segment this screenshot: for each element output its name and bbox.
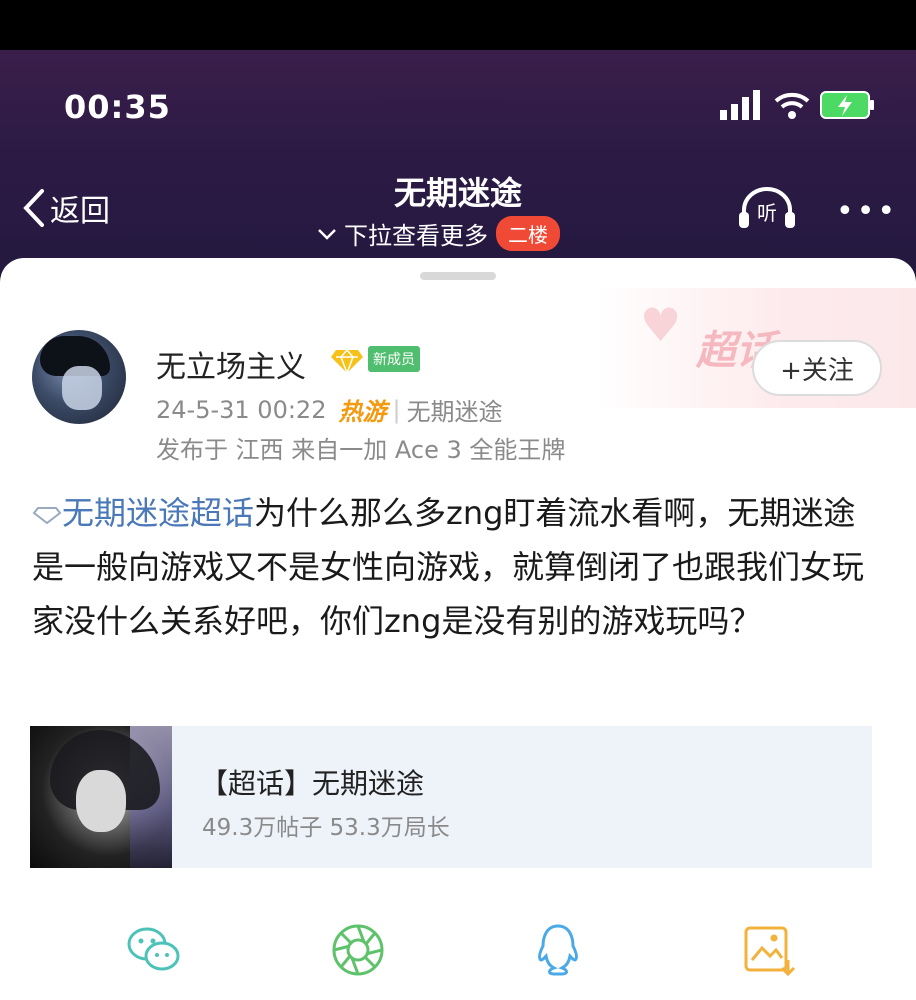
author-avatar[interactable] <box>32 330 126 424</box>
post-body: 无期迷途超话为什么那么多zng盯着流水看啊，无期迷途是一般向游戏又不是女性向游戏… <box>32 486 882 648</box>
supertopic-name: 无期迷途超话 <box>62 494 255 532</box>
post-date: 24-5-31 00:22 <box>156 395 327 424</box>
wechat-icon[interactable] <box>124 920 184 980</box>
save-image-icon[interactable] <box>738 920 798 980</box>
avatar-face <box>62 366 102 410</box>
wifi-icon <box>774 92 810 119</box>
second-floor-badge: 二楼 <box>496 216 560 251</box>
listen-button[interactable]: 听 <box>736 186 798 234</box>
supertopic-link[interactable]: 无期迷途超话 <box>32 494 254 532</box>
thumb-face <box>76 770 126 832</box>
post-meta: 24-5-31 00:22 热游 | 无期迷途 <box>156 392 503 427</box>
top-black-bar <box>0 0 916 50</box>
more-button[interactable]: ••• <box>836 194 898 229</box>
meta-divider: | <box>392 395 401 424</box>
author-name[interactable]: 无立场主义 <box>156 342 306 386</box>
new-member-badge: 新成员 <box>368 346 420 372</box>
post-card: ♥ 超话 无立场主义 新成员 +关注 24-5-31 00:22 热游 | 无期… <box>0 258 916 1000</box>
pull-down-label: 下拉查看更多 <box>344 222 488 250</box>
moments-icon[interactable] <box>328 920 388 980</box>
status-time: 00:35 <box>64 88 171 126</box>
supertopic-card[interactable]: 【超话】无期迷途 49.3万帖子 53.3万局长 <box>30 726 872 868</box>
game-name-link[interactable]: 无期迷途 <box>407 392 503 427</box>
hot-game-badge: 热游 <box>338 398 387 426</box>
share-bar <box>0 920 916 990</box>
qq-icon[interactable] <box>528 920 588 980</box>
supertopic-thumbnail <box>30 726 172 868</box>
follow-button[interactable]: +关注 <box>752 340 882 396</box>
supertopic-card-stats: 49.3万帖子 53.3万局长 <box>202 815 450 841</box>
signal-icon <box>720 90 760 120</box>
diamond-badge-icon <box>331 348 363 374</box>
headphones-icon: 听 <box>739 187 795 228</box>
listen-label: 听 <box>757 201 777 225</box>
battery-charging-icon <box>820 91 874 119</box>
chevron-down-icon <box>318 228 336 240</box>
status-icons <box>720 90 876 120</box>
heart-decoration-icon: ♥ <box>640 298 682 352</box>
supertopic-card-title: 【超话】无期迷途 <box>200 767 425 800</box>
post-location: 发布于 江西 来自一加 Ace 3 全能王牌 <box>156 436 566 464</box>
diamond-link-icon <box>32 507 62 525</box>
drag-handle[interactable] <box>420 272 496 280</box>
pull-down-more[interactable]: 下拉查看更多 二楼 <box>316 216 560 251</box>
